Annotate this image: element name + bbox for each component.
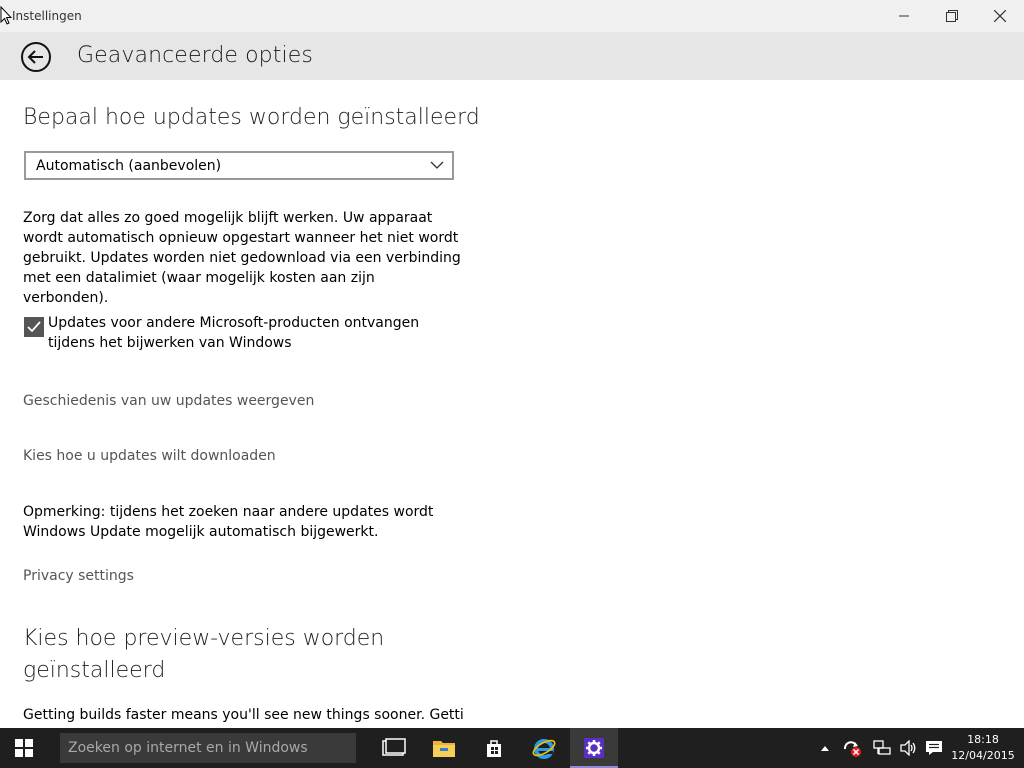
- install-updates-heading: Bepaal hoe updates worden geïnstalleerd: [23, 105, 480, 130]
- preview-builds-heading: Kies hoe preview-versies worden geïnstal…: [23, 626, 385, 683]
- page-title: Geavanceerde opties: [77, 43, 313, 68]
- internet-explorer-icon: [532, 739, 556, 759]
- file-explorer-button[interactable]: [420, 728, 468, 768]
- minimize-icon: [899, 15, 909, 17]
- other-products-checkbox[interactable]: [24, 317, 44, 337]
- mouse-cursor-icon: [0, 6, 12, 25]
- settings-taskbar-button[interactable]: [570, 728, 618, 768]
- other-products-label[interactable]: Updates voor andere Microsoft-producten …: [48, 313, 464, 353]
- close-icon: [994, 10, 1006, 22]
- chevron-down-icon: [430, 161, 444, 169]
- show-hidden-icons-button[interactable]: [815, 728, 835, 768]
- windows-start-icon: [15, 739, 33, 757]
- update-note: Opmerking: tijdens het zoeken naar ander…: [23, 504, 434, 540]
- settings-icon: [584, 738, 604, 758]
- update-mode-value: Automatisch (aanbevolen): [36, 158, 222, 174]
- update-mode-dropdown[interactable]: Automatisch (aanbevolen): [24, 151, 454, 180]
- sync-status-tray[interactable]: [840, 728, 864, 768]
- clock-date: 12/04/2015: [951, 749, 1015, 762]
- notification-icon: [926, 741, 942, 755]
- file-explorer-icon: [433, 741, 455, 757]
- network-tray[interactable]: [870, 728, 894, 768]
- taskbar: Zoeken op internet en in Windows 18:18 1…: [0, 728, 1024, 768]
- volume-icon: [900, 740, 916, 756]
- minimize-button[interactable]: [880, 0, 928, 32]
- taskbar-search-box[interactable]: Zoeken op internet en in Windows: [60, 733, 356, 763]
- privacy-settings-link[interactable]: Privacy settings: [23, 568, 134, 584]
- network-icon: [873, 740, 891, 755]
- sync-error-icon: [843, 741, 861, 757]
- settings-content[interactable]: Bepaal hoe updates worden geïnstalleerd …: [0, 80, 1024, 728]
- search-placeholder: Zoeken op internet en in Windows: [68, 740, 308, 756]
- action-center-tray[interactable]: [922, 728, 946, 768]
- internet-explorer-button[interactable]: [520, 728, 568, 768]
- download-method-link[interactable]: Kies hoe u updates wilt downloaden: [23, 448, 276, 464]
- taskbar-clock[interactable]: 18:18 12/04/2015: [950, 732, 1016, 764]
- chevron-up-icon: [821, 746, 829, 751]
- checkmark-icon: [27, 321, 41, 333]
- volume-tray[interactable]: [896, 728, 920, 768]
- window-title: Instellingen: [12, 9, 82, 23]
- store-button[interactable]: [470, 728, 518, 768]
- store-icon: [487, 740, 501, 757]
- page-header: Geavanceerde opties: [0, 32, 1024, 80]
- back-button[interactable]: [20, 41, 52, 73]
- preview-builds-description: Getting builds faster means you'll see n…: [23, 707, 463, 723]
- window-title-bar: Instellingen: [0, 0, 1024, 32]
- back-arrow-icon: [21, 42, 51, 72]
- update-history-link[interactable]: Geschiedenis van uw updates weergeven: [23, 393, 314, 409]
- task-view-button[interactable]: [370, 728, 418, 768]
- close-button[interactable]: [976, 0, 1024, 32]
- restore-icon: [946, 10, 958, 22]
- start-button[interactable]: [0, 728, 48, 768]
- update-mode-description: Zorg dat alles zo goed mogelijk blijft w…: [23, 210, 461, 306]
- restore-button[interactable]: [928, 0, 976, 32]
- clock-time: 18:18: [967, 733, 999, 746]
- task-view-icon: [382, 738, 406, 756]
